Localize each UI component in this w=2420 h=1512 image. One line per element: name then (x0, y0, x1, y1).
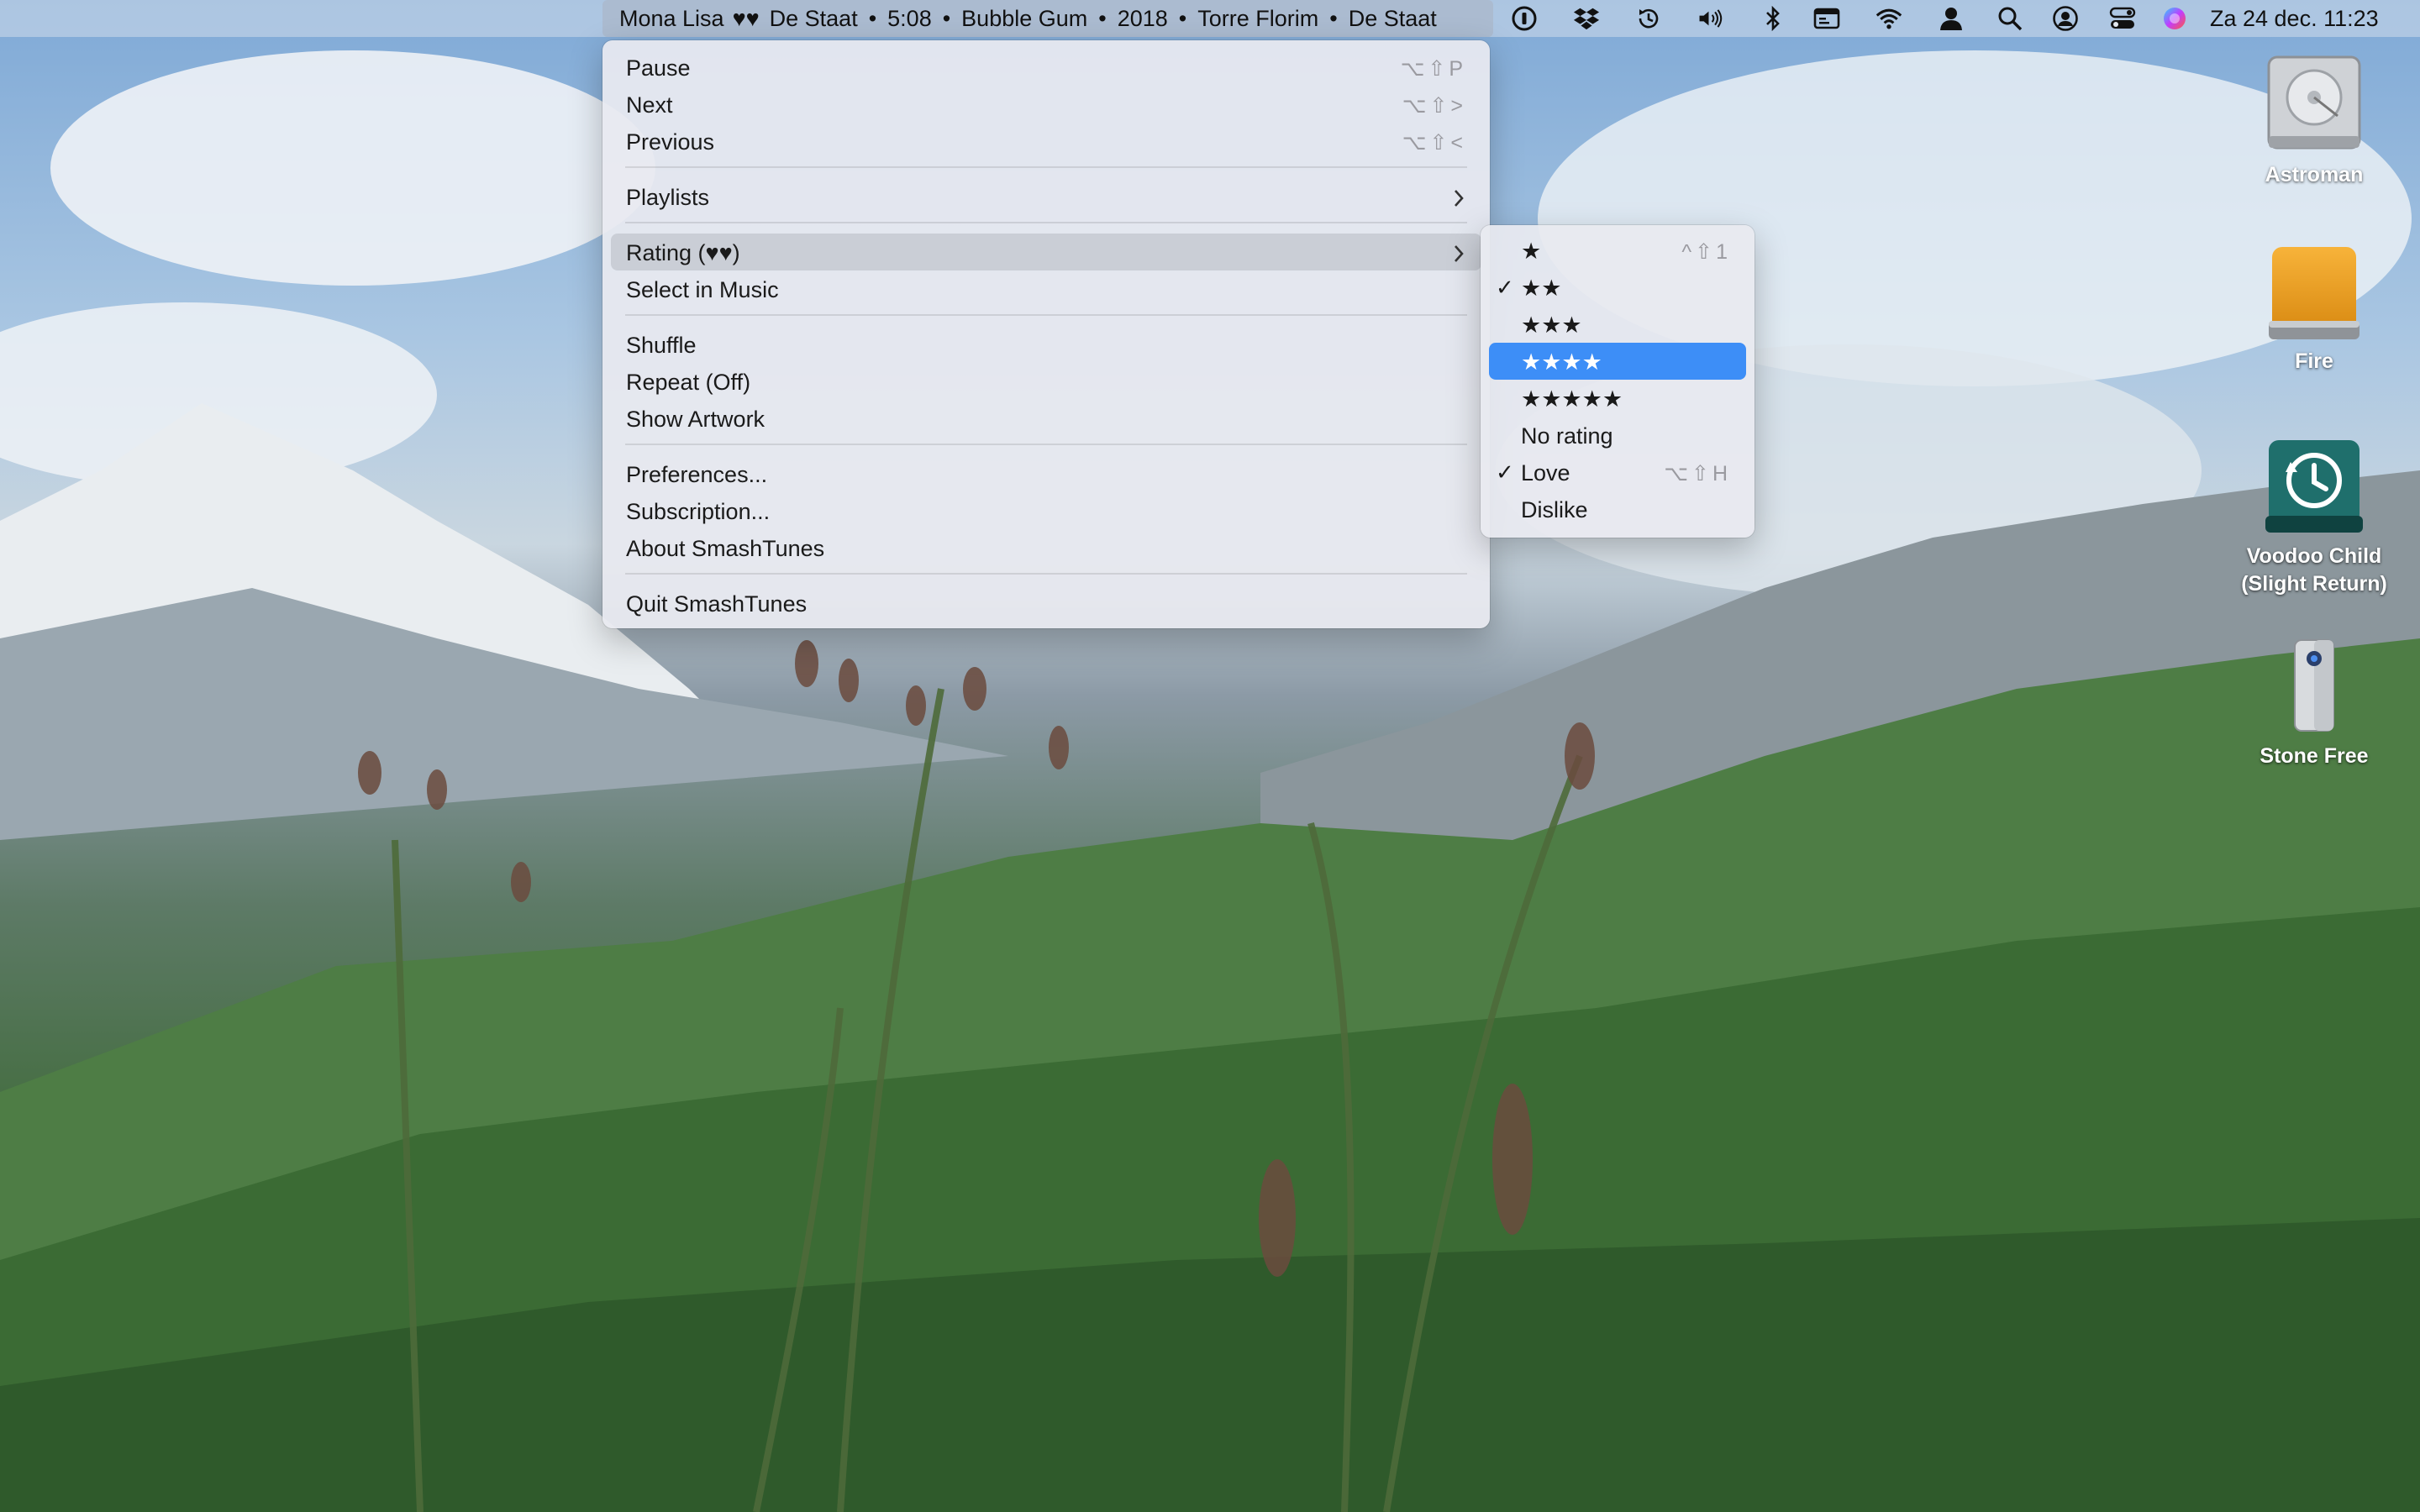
song-artist: De Staat (769, 5, 858, 31)
rating-none[interactable]: No rating (1489, 417, 1746, 454)
album-track: Torre Florim (1197, 5, 1319, 31)
menu-item-subscription[interactable]: Subscription... (611, 492, 1481, 529)
menu-separator (625, 444, 1467, 445)
siri-icon[interactable] (2161, 5, 2188, 32)
now-playing-status-item[interactable]: Mona Lisa ♥♥ De Staat • 5:08 • Bubble Gu… (602, 0, 1493, 37)
time-machine-drive-icon (2230, 437, 2398, 543)
desktop-item-voodoo-child[interactable]: Voodoo Child (Slight Return) (2230, 437, 2398, 598)
menu-separator (625, 222, 1467, 223)
separator: • (1098, 5, 1107, 31)
menu-item-label: Next (626, 92, 673, 118)
menu-item-label: ★★★ (1521, 312, 1582, 338)
desktop-item-label: (Slight Return) (2241, 572, 2387, 596)
album-artist: De Staat (1348, 5, 1437, 31)
menubar-clock[interactable]: Za 24 dec. 11:23 (2210, 0, 2379, 37)
menu-item-label: Playlists (626, 185, 710, 210)
menu-item-label: ★★ (1521, 276, 1562, 301)
rating-three-stars[interactable]: ★★★ (1489, 306, 1746, 343)
rating-submenu: ★ ^⇧1 ✓ ★★ ★★★ ★★★★ ★★★★★ No rating ✓ Lo… (1481, 225, 1754, 538)
desktop-item-label: Fire (2295, 349, 2333, 373)
rating-dislike[interactable]: Dislike (1489, 491, 1746, 528)
menu-item-label: ★ (1521, 239, 1542, 264)
menu-item-next[interactable]: Next ⌥⇧> (611, 86, 1481, 123)
rating-five-stars[interactable]: ★★★★★ (1489, 380, 1746, 417)
check-mark-icon: ✓ (1496, 459, 1514, 485)
desktop-item-astroman[interactable]: Astroman (2230, 52, 2398, 189)
external-drive-icon (2230, 244, 2398, 348)
menu-item-label: Pause (626, 55, 691, 81)
usb-drive-icon (2230, 637, 2398, 743)
volume-icon[interactable] (1697, 5, 1724, 32)
dropbox-icon[interactable] (1573, 5, 1600, 32)
separator: • (1329, 5, 1338, 31)
shortcut-label: ⌥⇧> (1402, 94, 1466, 118)
menu-bar: Mona Lisa ♥♥ De Staat • 5:08 • Bubble Gu… (0, 0, 2420, 37)
menu-item-select-in-music[interactable]: Select in Music (611, 270, 1481, 307)
song-title: Mona Lisa (619, 5, 724, 31)
desktop-item-label: Stone Free (2260, 744, 2369, 768)
shortcut-label: ⌥⇧< (1402, 131, 1466, 155)
separator: • (1178, 5, 1187, 31)
menu-separator (625, 166, 1467, 168)
shortcut-label: ⌥⇧P (1400, 57, 1466, 81)
menu-item-rating[interactable]: Rating (♥♥) (611, 234, 1481, 270)
time-machine-icon[interactable] (1635, 5, 1662, 32)
menu-item-label: Love (1521, 460, 1570, 486)
menu-item-label: Preferences... (626, 462, 768, 487)
album-year: 2018 (1117, 5, 1168, 31)
menu-item-about[interactable]: About SmashTunes (611, 529, 1481, 566)
shortcut-label: ⌥⇧H (1664, 462, 1731, 486)
menu-item-label: Repeat (Off) (626, 370, 751, 395)
smashtunes-menu: Pause ⌥⇧P Next ⌥⇧> Previous ⌥⇧< Playlist… (602, 40, 1490, 628)
check-mark-icon: ✓ (1496, 275, 1514, 300)
song-duration: 5:08 (887, 5, 932, 31)
menu-item-pause[interactable]: Pause ⌥⇧P (611, 49, 1481, 86)
album-title: Bubble Gum (961, 5, 1088, 31)
shortcut-label: ^⇧1 (1681, 240, 1731, 264)
hard-disk-icon (2230, 52, 2398, 161)
chevron-right-icon (1453, 243, 1465, 269)
menu-item-preferences[interactable]: Preferences... (611, 455, 1481, 492)
menu-item-label: Show Artwork (626, 407, 765, 432)
spotlight-search-icon[interactable] (1996, 5, 2023, 32)
user-icon[interactable] (1938, 5, 1965, 32)
menu-item-label: Quit SmashTunes (626, 591, 808, 617)
rating-two-stars[interactable]: ✓ ★★ (1489, 269, 1746, 306)
menu-item-quit[interactable]: Quit SmashTunes (611, 585, 1481, 622)
separator: • (942, 5, 951, 31)
separator: • (868, 5, 877, 31)
rating-four-stars[interactable]: ★★★★ (1489, 343, 1746, 380)
menu-separator (625, 573, 1467, 575)
menu-item-label: Rating (♥♥) (626, 240, 740, 265)
menu-item-label: ★★★★★ (1521, 386, 1623, 412)
chevron-right-icon (1453, 187, 1465, 213)
menu-item-label: About SmashTunes (626, 536, 825, 561)
rating-one-star[interactable]: ★ ^⇧1 (1489, 232, 1746, 269)
display-icon[interactable] (1813, 5, 1840, 32)
menu-item-repeat[interactable]: Repeat (Off) (611, 363, 1481, 400)
desktop-item-label: Astroman (2265, 163, 2364, 186)
password-icon[interactable] (1511, 5, 1538, 32)
user-account-icon[interactable] (2052, 5, 2079, 32)
desktop-item-stone-free[interactable]: Stone Free (2230, 637, 2398, 770)
menu-item-label: Previous (626, 129, 715, 155)
rating-love[interactable]: ✓ Love ⌥⇧H (1489, 454, 1746, 491)
menu-item-label: Subscription... (626, 499, 771, 524)
menu-item-label: Dislike (1521, 497, 1588, 522)
menu-item-label: Select in Music (626, 277, 779, 302)
menu-item-shuffle[interactable]: Shuffle (611, 326, 1481, 363)
menu-item-previous[interactable]: Previous ⌥⇧< (611, 123, 1481, 160)
wifi-icon[interactable] (1876, 5, 1902, 32)
menu-item-label: No rating (1521, 423, 1613, 449)
menu-item-label: Shuffle (626, 333, 697, 358)
desktop-item-label: Voodoo Child (2246, 544, 2382, 568)
bluetooth-icon[interactable] (1760, 5, 1786, 32)
menu-item-playlists[interactable]: Playlists (611, 178, 1481, 215)
hearts-rating: ♥♥ (732, 5, 760, 31)
desktop-item-fire[interactable]: Fire (2230, 244, 2398, 375)
menu-item-label: ★★★★ (1521, 349, 1602, 375)
menu-separator (625, 314, 1467, 316)
control-center-icon[interactable] (2109, 5, 2136, 32)
menu-item-show-artwork[interactable]: Show Artwork (611, 400, 1481, 437)
